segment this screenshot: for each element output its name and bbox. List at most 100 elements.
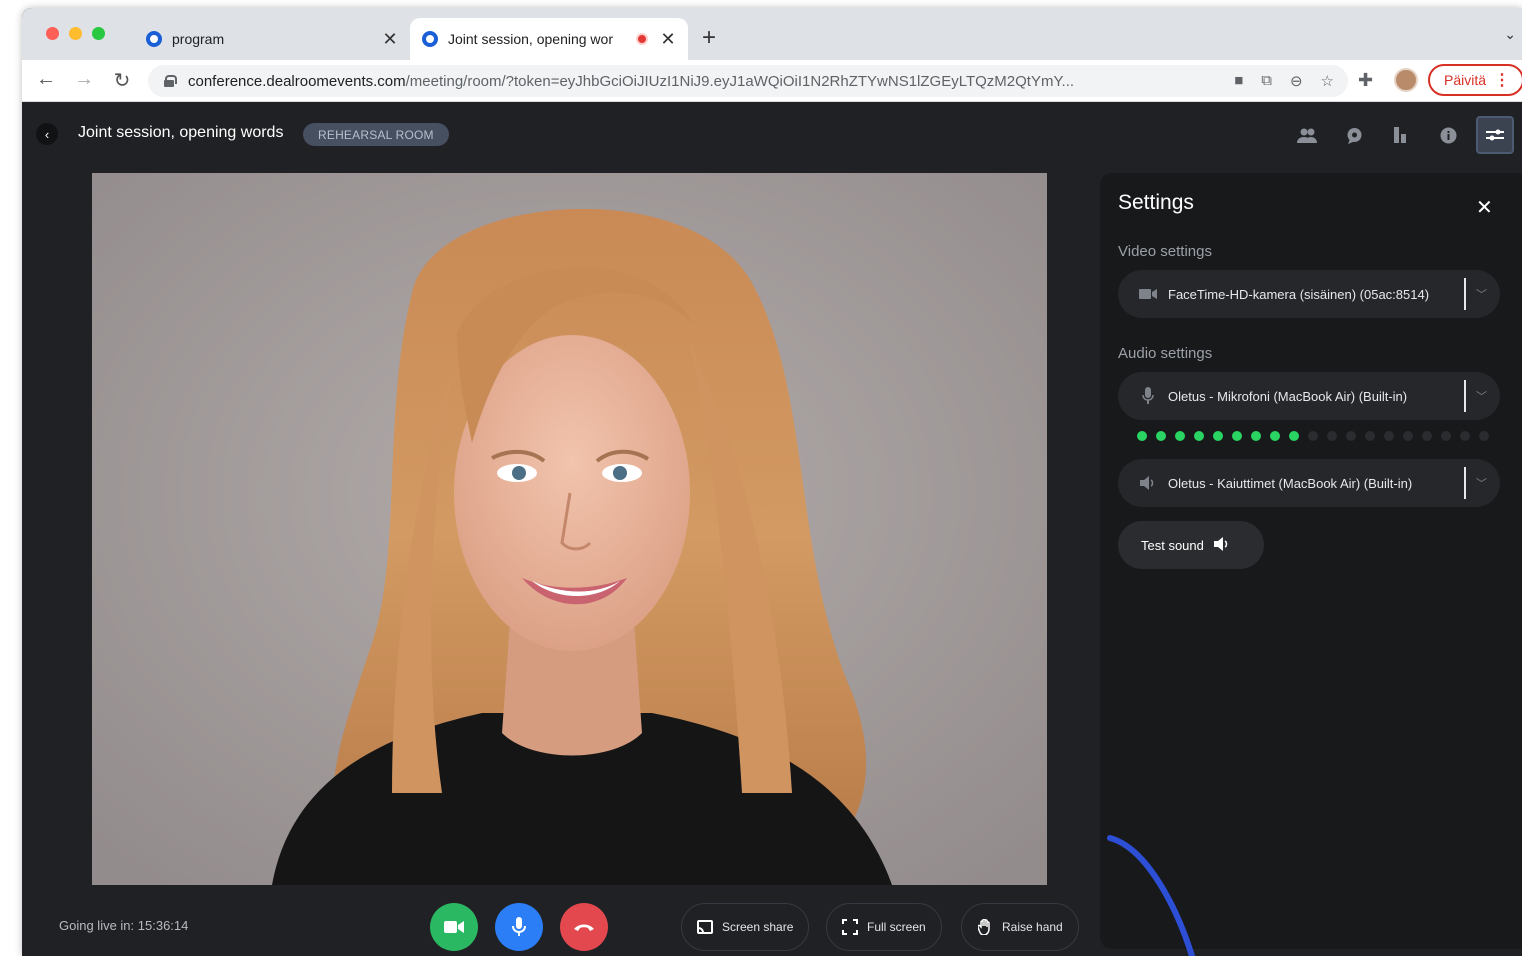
browser-window: program ✕ Joint session, opening wor ✕ +… (22, 8, 1522, 956)
meter-dot (1251, 431, 1261, 441)
full-screen-label: Full screen (867, 920, 926, 934)
screen-share-icon (697, 919, 713, 935)
meter-dot (1365, 431, 1375, 441)
hand-icon (977, 919, 993, 935)
camera-select[interactable]: FaceTime-HD-kamera (sisäinen) (05ac:8514… (1118, 270, 1500, 318)
back-button[interactable]: ‹ (36, 123, 58, 145)
meter-dot (1194, 431, 1204, 441)
camera-in-use-icon[interactable]: ■ (1234, 72, 1243, 90)
speaker-device-name: Oletus - Kaiuttimet (MacBook Air) (Built… (1168, 475, 1413, 491)
chevron-down-icon: ﹀ (1476, 478, 1487, 490)
close-icon[interactable]: ✕ (1476, 195, 1493, 220)
browser-toolbar: ← → ↻ conference.dealroomevents.com/meet… (22, 60, 1522, 102)
tab-title: program (172, 31, 225, 47)
full-screen-icon (842, 919, 858, 935)
settings-sliders-icon[interactable] (1476, 116, 1514, 154)
more-menu-icon[interactable]: ⋮ (1494, 70, 1510, 90)
meter-dot (1270, 431, 1280, 441)
meter-dot (1403, 431, 1413, 441)
meter-dot (1422, 431, 1432, 441)
microphone-icon (512, 917, 526, 936)
microphone-device-name: Oletus - Mikrofoni (MacBook Air) (Built-… (1168, 388, 1408, 404)
screen-share-button[interactable]: Screen share (681, 903, 810, 951)
meter-dot (1156, 431, 1166, 441)
meter-dot (1137, 431, 1147, 441)
app-header: ‹ Joint session, opening words REHEARSAL… (22, 102, 1522, 164)
leave-call-button[interactable] (560, 903, 608, 951)
update-browser-button[interactable]: Päivitä ⋮ (1428, 64, 1522, 96)
test-sound-label: Test sound (1141, 537, 1204, 553)
people-icon[interactable] (1288, 116, 1326, 154)
close-tab-icon[interactable]: ✕ (380, 29, 400, 50)
lock-icon (164, 75, 177, 87)
microphone-level-meter (1137, 431, 1489, 441)
minimize-window-button[interactable] (69, 27, 82, 40)
speaker-select[interactable]: Oletus - Kaiuttimet (MacBook Air) (Built… (1118, 459, 1500, 507)
tab-title: Joint session, opening wor (448, 31, 613, 47)
meter-dot (1232, 431, 1242, 441)
conference-app: ‹ Joint session, opening words REHEARSAL… (22, 102, 1522, 956)
raise-hand-button[interactable]: Raise hand (961, 903, 1079, 951)
site-favicon-icon (422, 31, 438, 47)
going-live-countdown: Going live in: 15:36:14 (59, 918, 189, 933)
address-bar[interactable]: conference.dealroomevents.com/meeting/ro… (148, 65, 1348, 97)
speaker-icon (1138, 476, 1158, 490)
video-camera-icon (444, 921, 464, 933)
speaker-icon (1213, 536, 1230, 554)
session-title: Joint session, opening words (78, 124, 284, 141)
meter-dot (1289, 431, 1299, 441)
translate-icon[interactable]: ⧉ (1261, 72, 1272, 90)
meter-dot (1308, 431, 1318, 441)
tab-program[interactable]: program ✕ (134, 18, 410, 60)
new-tab-button[interactable]: + (702, 24, 716, 52)
audio-settings-label: Audio settings (1118, 345, 1213, 362)
toggle-microphone-button[interactable] (495, 903, 543, 951)
forward-arrow-icon[interactable]: → (72, 68, 96, 91)
full-screen-button[interactable]: Full screen (826, 903, 942, 951)
recording-indicator-icon (636, 33, 648, 45)
profile-avatar[interactable] (1394, 68, 1418, 92)
meter-dot (1479, 431, 1489, 441)
meter-dot (1384, 431, 1394, 441)
close-tab-icon[interactable]: ✕ (658, 29, 678, 50)
meter-dot (1175, 431, 1185, 441)
toggle-camera-button[interactable] (430, 903, 478, 951)
chat-icon[interactable] (1335, 116, 1373, 154)
tab-strip: program ✕ Joint session, opening wor ✕ +… (22, 8, 1522, 60)
microphone-icon (1138, 387, 1158, 405)
camera-device-name: FaceTime-HD-kamera (sisäinen) (05ac:8514… (1168, 286, 1430, 302)
bookmark-star-icon[interactable]: ☆ (1321, 72, 1334, 90)
room-badge: REHEARSAL ROOM (303, 123, 449, 146)
screen-share-label: Screen share (722, 920, 794, 934)
maximize-window-button[interactable] (92, 27, 105, 40)
meter-dot (1346, 431, 1356, 441)
close-window-button[interactable] (46, 27, 59, 40)
raise-hand-label: Raise hand (1002, 920, 1063, 934)
video-camera-icon (1138, 288, 1158, 300)
extensions-puzzle-icon[interactable]: ✚ (1358, 70, 1373, 91)
update-label: Päivitä (1444, 72, 1487, 88)
meter-dot (1460, 431, 1470, 441)
url-text: conference.dealroomevents.com/meeting/ro… (188, 72, 1075, 90)
meter-dot (1441, 431, 1451, 441)
hang-up-icon (574, 924, 594, 931)
test-sound-button[interactable]: Test sound (1118, 521, 1264, 569)
back-arrow-icon[interactable]: ← (34, 68, 58, 91)
video-settings-label: Video settings (1118, 243, 1212, 260)
settings-title: Settings (1118, 191, 1194, 214)
tab-joint-session[interactable]: Joint session, opening wor ✕ (410, 18, 688, 60)
speaker-video-feed (92, 173, 1047, 885)
chevron-down-icon: ﹀ (1476, 391, 1487, 403)
tab-search-chevron-icon[interactable]: ⌄ (1504, 26, 1516, 43)
zoom-icon[interactable]: ⊖ (1290, 72, 1303, 90)
annotation-stroke (1107, 835, 1195, 956)
call-controls-bar: Going live in: 15:36:14 Screen share Ful… (22, 892, 1102, 956)
meter-dot (1327, 431, 1337, 441)
site-favicon-icon (146, 31, 162, 47)
poll-icon[interactable] (1382, 116, 1420, 154)
reload-icon[interactable]: ↻ (110, 68, 134, 93)
microphone-select[interactable]: Oletus - Mikrofoni (MacBook Air) (Built-… (1118, 372, 1500, 420)
info-icon[interactable] (1429, 116, 1467, 154)
chevron-down-icon: ﹀ (1476, 289, 1487, 301)
meter-dot (1213, 431, 1223, 441)
